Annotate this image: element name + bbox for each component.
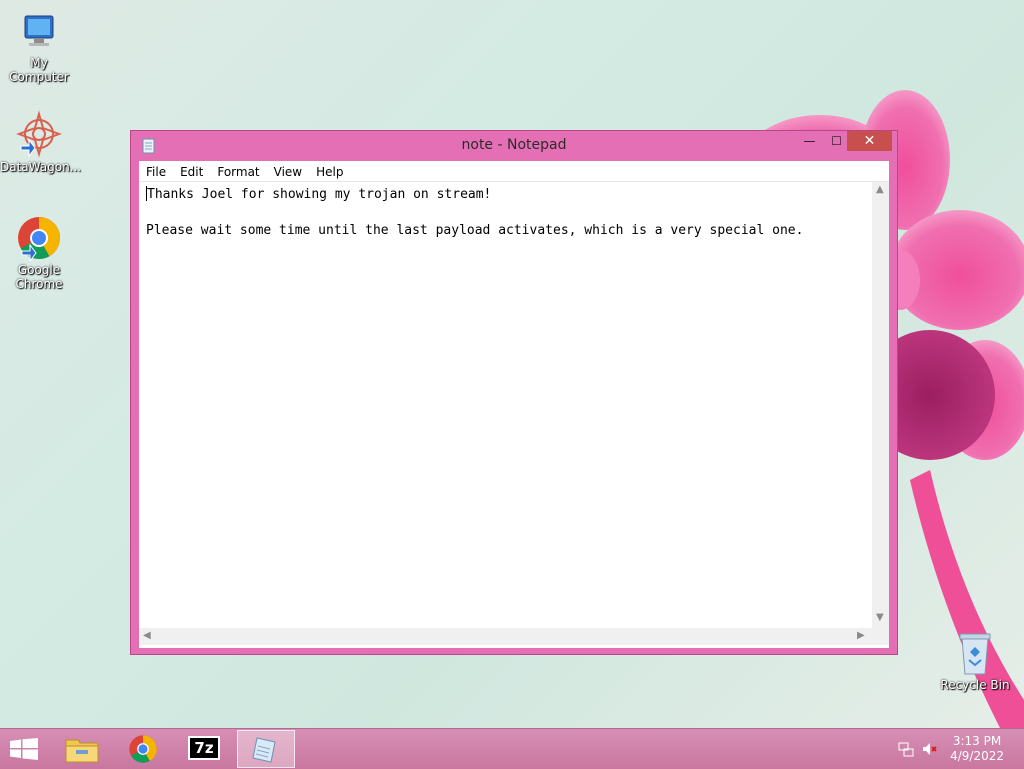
- taskbar: 7z 3:13 PM 4/9/2022: [0, 728, 1024, 769]
- menu-format[interactable]: Format: [210, 162, 266, 182]
- desktop-icon-my-computer[interactable]: My Computer: [0, 10, 78, 84]
- title-bar[interactable]: note - Notepad — ☐ ✕: [131, 131, 897, 161]
- scrollbar-corner: [872, 628, 889, 645]
- scroll-up-icon[interactable]: ▲: [876, 184, 884, 195]
- desktop-icon-datawagon[interactable]: DataWagon...: [0, 110, 82, 174]
- taskbar-notepad[interactable]: [237, 730, 295, 768]
- taskbar-7zip[interactable]: 7z: [176, 730, 234, 768]
- desktop-icon-label: Google Chrome: [15, 263, 63, 291]
- scroll-down-icon[interactable]: ▼: [876, 612, 884, 623]
- menu-help[interactable]: Help: [309, 162, 350, 182]
- 7zip-icon: 7z: [188, 736, 220, 760]
- taskbar-chrome[interactable]: [114, 730, 172, 768]
- desktop-icon-label: DataWagon...: [0, 160, 82, 174]
- minimize-button[interactable]: —: [796, 131, 823, 151]
- clock-date: 4/9/2022: [950, 749, 1004, 763]
- desktop-icon-label: My Computer: [9, 56, 69, 84]
- taskbar-file-explorer[interactable]: [53, 730, 111, 768]
- windows-logo-icon: [10, 738, 38, 760]
- desktop-icon-recycle-bin[interactable]: Recycle Bin: [936, 630, 1014, 692]
- menu-view[interactable]: View: [267, 162, 309, 182]
- notepad-icon: [252, 737, 276, 763]
- vertical-scrollbar[interactable]: ▲ ▼: [872, 182, 889, 628]
- chrome-icon: [129, 735, 157, 763]
- system-clock[interactable]: 3:13 PM 4/9/2022: [950, 734, 1004, 764]
- scroll-left-icon[interactable]: ◀: [143, 630, 151, 641]
- clock-time: 3:13 PM: [952, 734, 1002, 748]
- menu-file[interactable]: File: [139, 162, 173, 182]
- text-editor[interactable]: Thanks Joel for showing my trojan on str…: [139, 182, 872, 628]
- maximize-button[interactable]: ☐: [823, 131, 850, 151]
- menu-edit[interactable]: Edit: [173, 162, 210, 182]
- window-title: note - Notepad: [461, 137, 567, 153]
- start-button[interactable]: [10, 738, 38, 764]
- editor-line-3: Please wait some time until the last pay…: [146, 223, 804, 238]
- menu-bar: File Edit Format View Help: [139, 161, 889, 182]
- horizontal-scrollbar[interactable]: ◀ ▶: [139, 628, 872, 645]
- notepad-window[interactable]: note - Notepad — ☐ ✕ File Edit Format View H…: [130, 130, 898, 655]
- file-explorer-icon: [65, 739, 99, 763]
- my-computer-icon: [24, 15, 54, 46]
- recycle-bin-icon: [959, 633, 991, 675]
- desktop-icon-google-chrome[interactable]: Google Chrome: [0, 215, 78, 291]
- desktop-icon-label: Recycle Bin: [940, 678, 1010, 692]
- volume-muted-icon[interactable]: [922, 741, 938, 757]
- close-button[interactable]: ✕: [847, 131, 892, 151]
- notepad-client-area: File Edit Format View Help Thanks Joel for s…: [139, 161, 889, 648]
- chrome-icon: [18, 217, 61, 261]
- scroll-right-icon[interactable]: ▶: [857, 630, 865, 641]
- network-icon[interactable]: [898, 741, 914, 757]
- datawagon-icon: [16, 110, 62, 158]
- editor-line-1: Thanks Joel for showing my trojan on str…: [147, 187, 492, 202]
